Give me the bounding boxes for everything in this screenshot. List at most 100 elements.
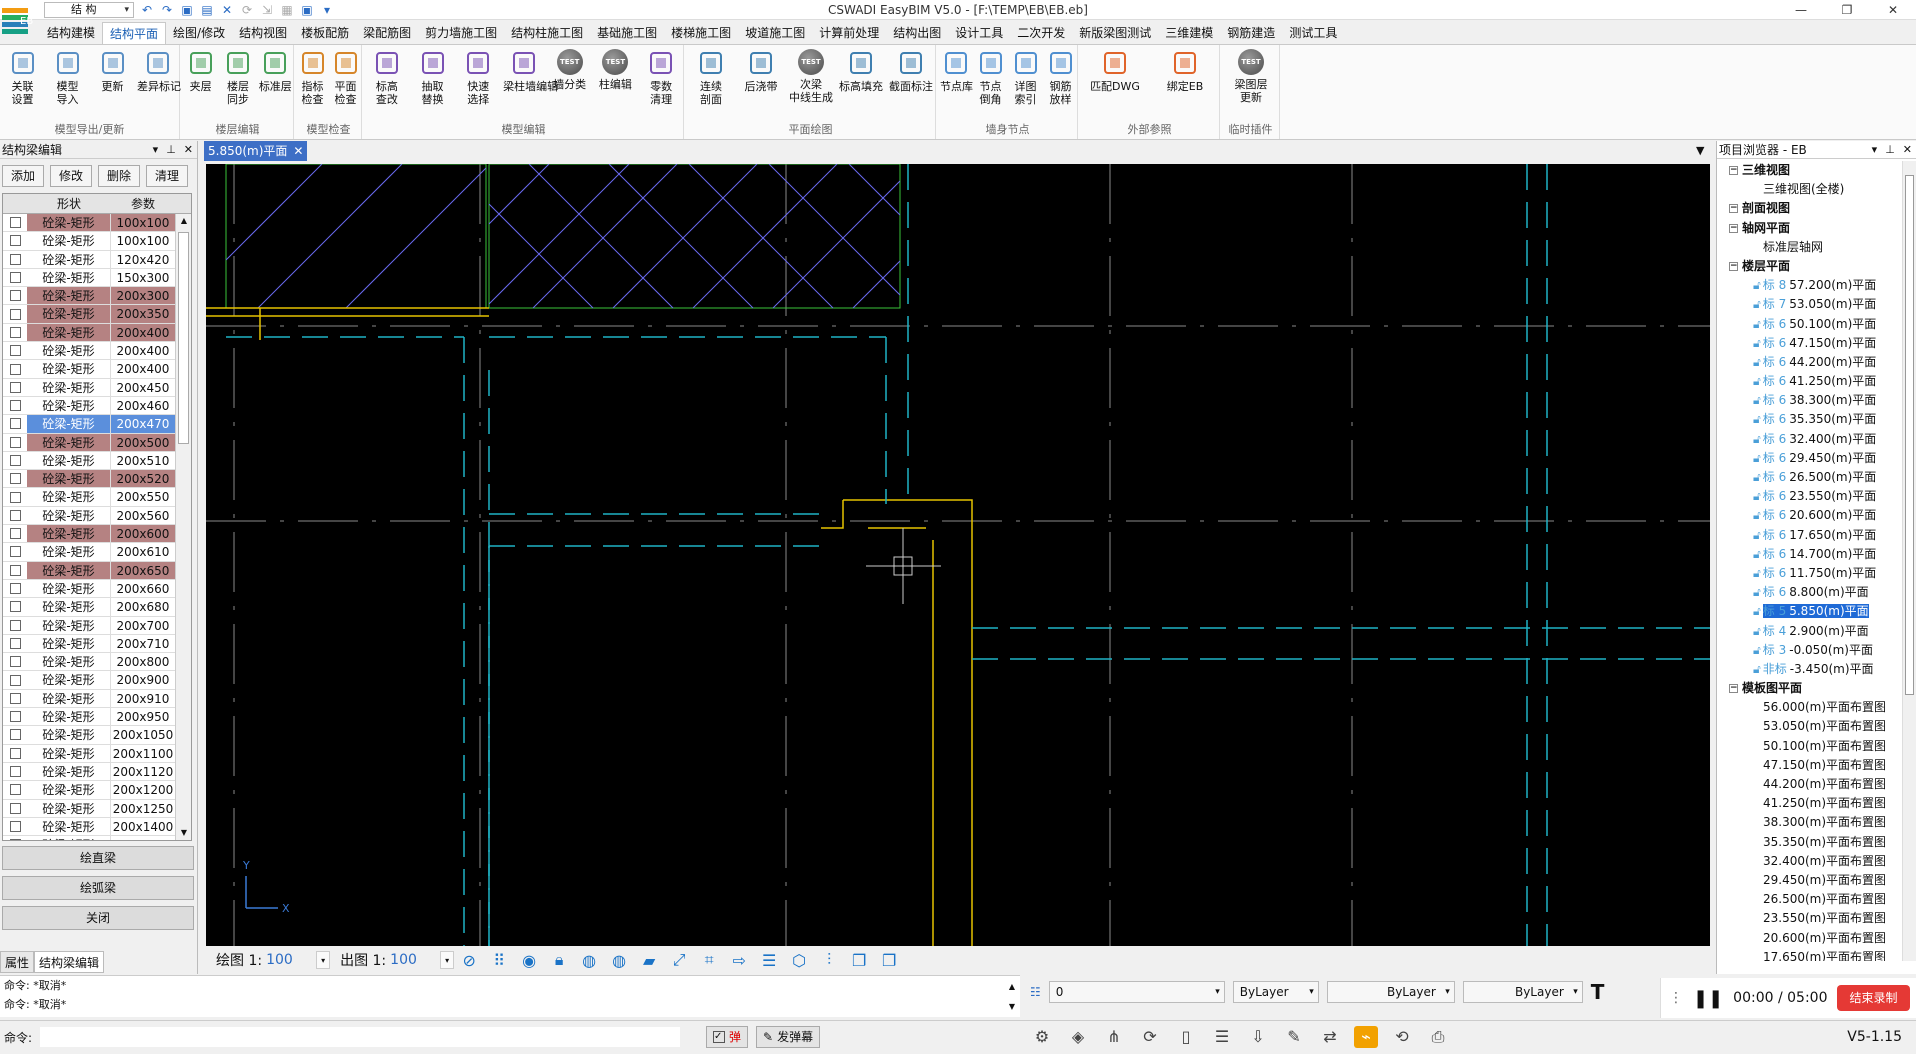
close-icon[interactable]: ✕: [1903, 141, 1912, 159]
tree-node[interactable]: 35.350(m)平面布置图: [1717, 833, 1901, 852]
row-checkbox[interactable]: [3, 800, 27, 817]
command-scroll[interactable]: ▲ ▼: [1005, 977, 1019, 1017]
ribbon-button-0-1[interactable]: 模型 导入: [47, 49, 88, 106]
table-row[interactable]: 砼梁-矩形 200x1250: [3, 799, 191, 818]
close-file-icon[interactable]: ✕: [220, 3, 234, 17]
ribbon-button-5-2[interactable]: 详图 索引: [1010, 49, 1041, 106]
tree-node[interactable]: 🔓︎ 标 5 5.850(m)平面: [1717, 602, 1901, 621]
collapse-icon[interactable]: −: [1729, 204, 1738, 214]
row-checkbox[interactable]: [3, 232, 27, 249]
table-row[interactable]: 砼梁-矩形 200x510: [3, 451, 191, 471]
row-checkbox[interactable]: [3, 708, 27, 725]
table-row[interactable]: 砼梁-矩形 200x660: [3, 579, 191, 599]
book-icon[interactable]: ▯: [1174, 1026, 1198, 1048]
tree-node[interactable]: 🔓︎ 标 6 14.700(m)平面: [1717, 545, 1901, 564]
table-scrollbar[interactable]: ▲ ▼: [175, 214, 191, 840]
tree-node[interactable]: 🔓︎ 标 6 17.650(m)平面: [1717, 526, 1901, 545]
ribbon-button-2-0[interactable]: 指标 检查: [298, 49, 327, 106]
tree-node[interactable]: 17.650(m)平面布置图: [1717, 948, 1901, 961]
collapse-icon[interactable]: −: [1729, 261, 1738, 271]
tree-node[interactable]: 🔓︎ 标 6 44.200(m)平面: [1717, 353, 1901, 372]
ribbon-button-4-4[interactable]: 截面标注: [888, 49, 934, 93]
draw-arc-beam-button[interactable]: 绘弧梁: [2, 876, 194, 900]
tree-node[interactable]: 26.500(m)平面布置图: [1717, 890, 1901, 909]
menu-13[interactable]: 设计工具: [948, 22, 1010, 44]
undo-icon[interactable]: ↶: [140, 3, 154, 17]
app-logo-icon[interactable]: EB: [0, 0, 38, 38]
table-row[interactable]: 砼梁-矩形 200x350: [3, 305, 191, 324]
hierarchy-icon[interactable]: ⋔: [1102, 1026, 1126, 1048]
tree-node[interactable]: 🔓︎ 标 6 32.400(m)平面: [1717, 430, 1901, 449]
ribbon-button-6-0[interactable]: 匹配DWG: [1082, 49, 1148, 93]
tree-node[interactable]: 44.200(m)平面布置图: [1717, 775, 1901, 794]
table-row[interactable]: 砼梁-矩形 200x550: [3, 488, 191, 507]
row-checkbox[interactable]: [3, 305, 27, 322]
table-row[interactable]: 砼梁-矩形 100x100: [3, 214, 191, 233]
dropdown-icon[interactable]: ▾: [1872, 141, 1878, 159]
table-row[interactable]: 砼梁-矩形 200x560: [3, 506, 191, 526]
lineweight-select[interactable]: ByLayer: [1462, 981, 1583, 1003]
dwg-icon[interactable]: ⇩: [1246, 1026, 1270, 1048]
row-checkbox[interactable]: [3, 726, 27, 743]
save-icon[interactable]: ▣: [300, 3, 314, 17]
ribbon-button-3-0[interactable]: 标高 查改: [366, 49, 408, 106]
ribbon-button-5-1[interactable]: 节点 倒角: [975, 49, 1006, 106]
command-input[interactable]: [40, 1027, 680, 1047]
ribbon-button-4-0[interactable]: 连续 剖面: [688, 49, 734, 106]
tree-node[interactable]: 56.000(m)平面布置图: [1717, 698, 1901, 717]
row-checkbox[interactable]: [3, 287, 27, 304]
menu-1[interactable]: 结构平面: [102, 22, 167, 44]
row-checkbox[interactable]: [3, 251, 27, 268]
close-tab-icon[interactable]: ✕: [293, 141, 303, 161]
hide-icon[interactable]: ⊘: [454, 951, 484, 970]
tree-node[interactable]: 53.050(m)平面布置图: [1717, 717, 1901, 736]
row-checkbox[interactable]: [3, 580, 27, 597]
layer-isolate-icon[interactable]: ◍: [604, 951, 634, 970]
list-icon[interactable]: ☰: [1210, 1026, 1234, 1048]
linetype-select[interactable]: ByLayer: [1326, 981, 1455, 1003]
collapse-icon[interactable]: −: [1729, 684, 1738, 694]
layer-icon[interactable]: ◍: [574, 951, 604, 970]
row-checkbox[interactable]: [3, 818, 27, 835]
stop-recording-button[interactable]: 结束录制: [1837, 985, 1910, 1011]
table-row[interactable]: 砼梁-矩形 200x500: [3, 433, 191, 452]
danmaku-toggle[interactable]: ✓ 弹: [706, 1026, 749, 1048]
menu-2[interactable]: 绘图/修改: [166, 22, 232, 44]
collapse-icon[interactable]: −: [1729, 166, 1738, 175]
table-row[interactable]: 砼梁-矩形 200x400: [3, 323, 191, 343]
row-checkbox[interactable]: [3, 269, 27, 286]
ribbon-button-7-0[interactable]: TEST 梁图层 更新: [1224, 49, 1278, 104]
grid-icon[interactable]: ⠿: [484, 951, 514, 970]
tree-node[interactable]: 50.100(m)平面布置图: [1717, 737, 1901, 756]
window-icon[interactable]: ❐: [844, 951, 874, 970]
lock-icon[interactable]: 🔒︎: [544, 950, 574, 970]
menu-3[interactable]: 结构视图: [232, 22, 294, 44]
ribbon-button-3-2[interactable]: 快速 选择: [457, 49, 499, 106]
close-icon[interactable]: ✕: [184, 141, 193, 159]
ribbon-button-0-0[interactable]: 关联 设置: [2, 49, 43, 106]
table-row[interactable]: 砼梁-矩形 200x400: [3, 360, 191, 379]
table-row[interactable]: 砼梁-矩形 200x610: [3, 543, 191, 562]
tree-node[interactable]: 🔓︎ 标 7 53.050(m)平面: [1717, 295, 1901, 314]
menu-8[interactable]: 基础施工图: [590, 22, 664, 44]
tree-node[interactable]: 🔓︎ 标 6 47.150(m)平面: [1717, 334, 1901, 353]
layer-manager-icon[interactable]: ☷: [1030, 985, 1041, 999]
tree-node[interactable]: − 楼层平面: [1717, 257, 1901, 276]
redo-icon[interactable]: ↷: [160, 3, 174, 17]
row-checkbox[interactable]: [3, 379, 27, 396]
tree-node[interactable]: 🔓︎ 标 6 8.800(m)平面: [1717, 583, 1901, 602]
table-row[interactable]: 砼梁-矩形 200x1050: [3, 726, 191, 745]
output-scale-dropdown-icon[interactable]: ▾: [440, 951, 455, 969]
edit-icon[interactable]: ✎: [1282, 1026, 1306, 1048]
color-select[interactable]: ByLayer: [1232, 981, 1319, 1003]
tree-node[interactable]: 三维视图(全楼): [1717, 180, 1901, 199]
row-checkbox[interactable]: [3, 452, 27, 469]
table-row[interactable]: 砼梁-矩形 200x910: [3, 689, 191, 709]
row-checkbox[interactable]: [3, 781, 27, 798]
row-checkbox[interactable]: [3, 543, 27, 560]
menu-7[interactable]: 结构柱施工图: [504, 22, 590, 44]
delete-button[interactable]: 删除: [98, 165, 141, 187]
tree-node[interactable]: 🔓︎ 标 6 20.600(m)平面: [1717, 506, 1901, 525]
fill-icon[interactable]: ▰: [634, 951, 664, 970]
table-row[interactable]: 砼梁-矩形 200x520: [3, 470, 191, 489]
